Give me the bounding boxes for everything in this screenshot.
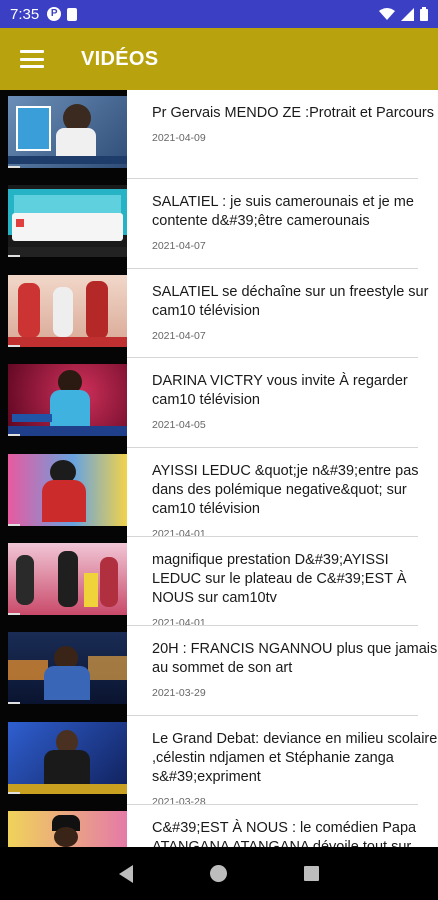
list-item[interactable]: AYISSI LEDUC &quot;je n&#39;entre pas da… — [0, 447, 438, 540]
list-item[interactable]: magnifique prestation D&#39;AYISSI LEDUC… — [0, 536, 438, 629]
thumbnail — [0, 90, 127, 180]
page-title: VIDÉOS — [81, 47, 159, 70]
app-bar: VIDÉOS — [0, 28, 438, 90]
video-title: DARINA VICTRY vous invite À regarder cam… — [152, 373, 408, 409]
video-date: 2021-03-29 — [152, 687, 206, 700]
thumbnail — [0, 536, 127, 627]
list-item[interactable]: Le Grand Debat: deviance en milieu scola… — [0, 715, 438, 808]
list-item[interactable]: SALATIEL : je suis camerounais et je me … — [0, 179, 438, 269]
battery-icon — [420, 7, 428, 21]
video-title: Le Grand Debat: deviance en milieu scola… — [152, 730, 438, 785]
video-title: SALATIEL : je suis camerounais et je me … — [152, 194, 414, 230]
home-icon[interactable] — [209, 865, 227, 882]
video-title: SALATIEL se déchaîne sur un freestyle su… — [152, 283, 429, 319]
thumbnail — [0, 179, 127, 269]
video-date: 2021-04-05 — [152, 419, 206, 432]
list-item[interactable]: Pr Gervais MENDO ZE :Protrait et Parcour… — [0, 90, 438, 180]
recent-apps-icon[interactable] — [304, 866, 320, 881]
video-date: 2021-04-09 — [152, 132, 206, 144]
list-item[interactable]: 20H : FRANCIS NGANNOU plus que jamais au… — [0, 626, 438, 716]
video-list[interactable]: Pr Gervais MENDO ZE :Protrait et Parcour… — [0, 90, 438, 847]
video-title: Pr Gervais MENDO ZE :Protrait et Parcour… — [152, 105, 435, 121]
sd-card-icon — [67, 7, 78, 21]
list-item[interactable]: C&#39;EST À NOUS : le comédien Papa ATAN… — [0, 805, 438, 847]
system-nav-bar — [0, 847, 438, 900]
list-item[interactable]: DARINA VICTRY vous invite À regarder cam… — [0, 358, 438, 448]
video-title: 20H : FRANCIS NGANNOU plus que jamais au… — [152, 641, 438, 677]
back-icon[interactable] — [118, 864, 133, 883]
thumbnail — [0, 447, 127, 537]
p-icon: P — [47, 7, 62, 21]
list-item[interactable]: SALATIEL se déchaîne sur un freestyle su… — [0, 268, 438, 359]
status-bar: 7:35 P — [0, 0, 438, 28]
thumbnail — [0, 358, 127, 448]
thumbnail — [0, 715, 127, 806]
thumbnail — [0, 626, 127, 716]
video-title: C&#39;EST À NOUS : le comédien Papa ATAN… — [152, 820, 417, 847]
status-time: 7:35 — [10, 5, 40, 23]
menu-icon[interactable] — [20, 50, 44, 68]
video-title: magnifique prestation D&#39;AYISSI LEDUC… — [152, 551, 407, 606]
video-date: 2021-04-07 — [152, 329, 206, 342]
signal-icon — [401, 7, 414, 21]
video-date: 2021-04-07 — [152, 240, 206, 253]
wifi-icon — [379, 7, 395, 20]
thumbnail — [0, 805, 127, 847]
thumbnail — [0, 268, 127, 359]
video-title: AYISSI LEDUC &quot;je n&#39;entre pas da… — [152, 462, 419, 517]
